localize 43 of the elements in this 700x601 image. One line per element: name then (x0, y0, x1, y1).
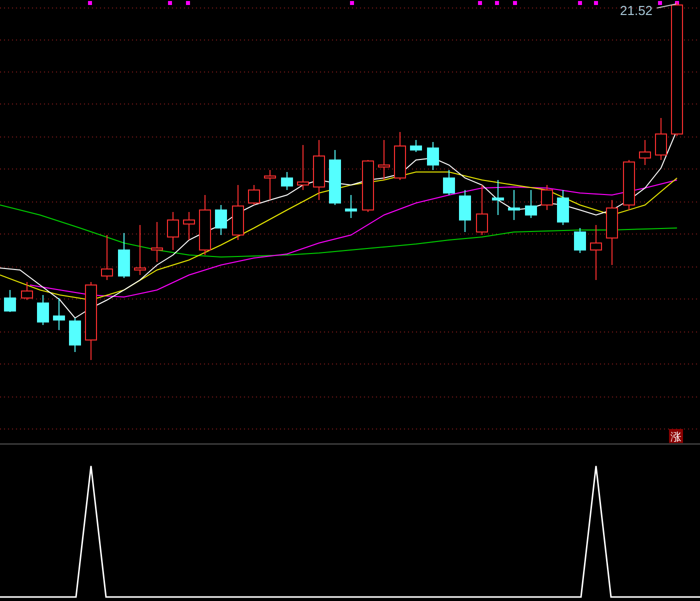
candlestick (313, 140, 325, 200)
candlestick (623, 160, 635, 210)
candlestick (606, 200, 618, 266)
candlestick (118, 232, 130, 278)
candlestick (557, 190, 569, 226)
candlestick (232, 184, 244, 240)
candlestick (281, 172, 293, 190)
candlestick (574, 228, 586, 254)
candlestick (525, 190, 537, 218)
candlestick (69, 318, 81, 352)
candlestick (4, 290, 16, 312)
candlestick (215, 204, 227, 236)
candlestick (476, 184, 488, 236)
candlestick (37, 294, 49, 326)
candlestick (492, 180, 504, 216)
candlestick (134, 224, 146, 276)
candlestick (21, 282, 33, 300)
leader-line (656, 4, 676, 8)
candlestick (329, 150, 341, 206)
candlestick (151, 222, 163, 262)
candlestick (410, 140, 422, 152)
candlestick (345, 194, 357, 218)
candlestick (362, 160, 374, 212)
candlestick (459, 190, 471, 232)
candlestick (53, 298, 65, 330)
candlestick (248, 184, 260, 206)
candlestick (639, 140, 651, 166)
candlestick (443, 170, 455, 196)
candlestick (655, 118, 667, 160)
price-label: 21.52 (620, 3, 653, 18)
candlestick (427, 142, 439, 170)
rise-badge: 涨 (669, 429, 683, 444)
candlestick (101, 234, 113, 280)
candlestick (199, 194, 211, 256)
candlestick (264, 170, 276, 200)
candlestick (508, 190, 520, 220)
candlestick (297, 144, 309, 190)
candlestick (541, 184, 553, 210)
candlestick (378, 140, 390, 180)
candlestick (167, 212, 179, 250)
candlestick (394, 132, 406, 180)
candlestick (183, 212, 195, 240)
candlestick (590, 224, 602, 280)
